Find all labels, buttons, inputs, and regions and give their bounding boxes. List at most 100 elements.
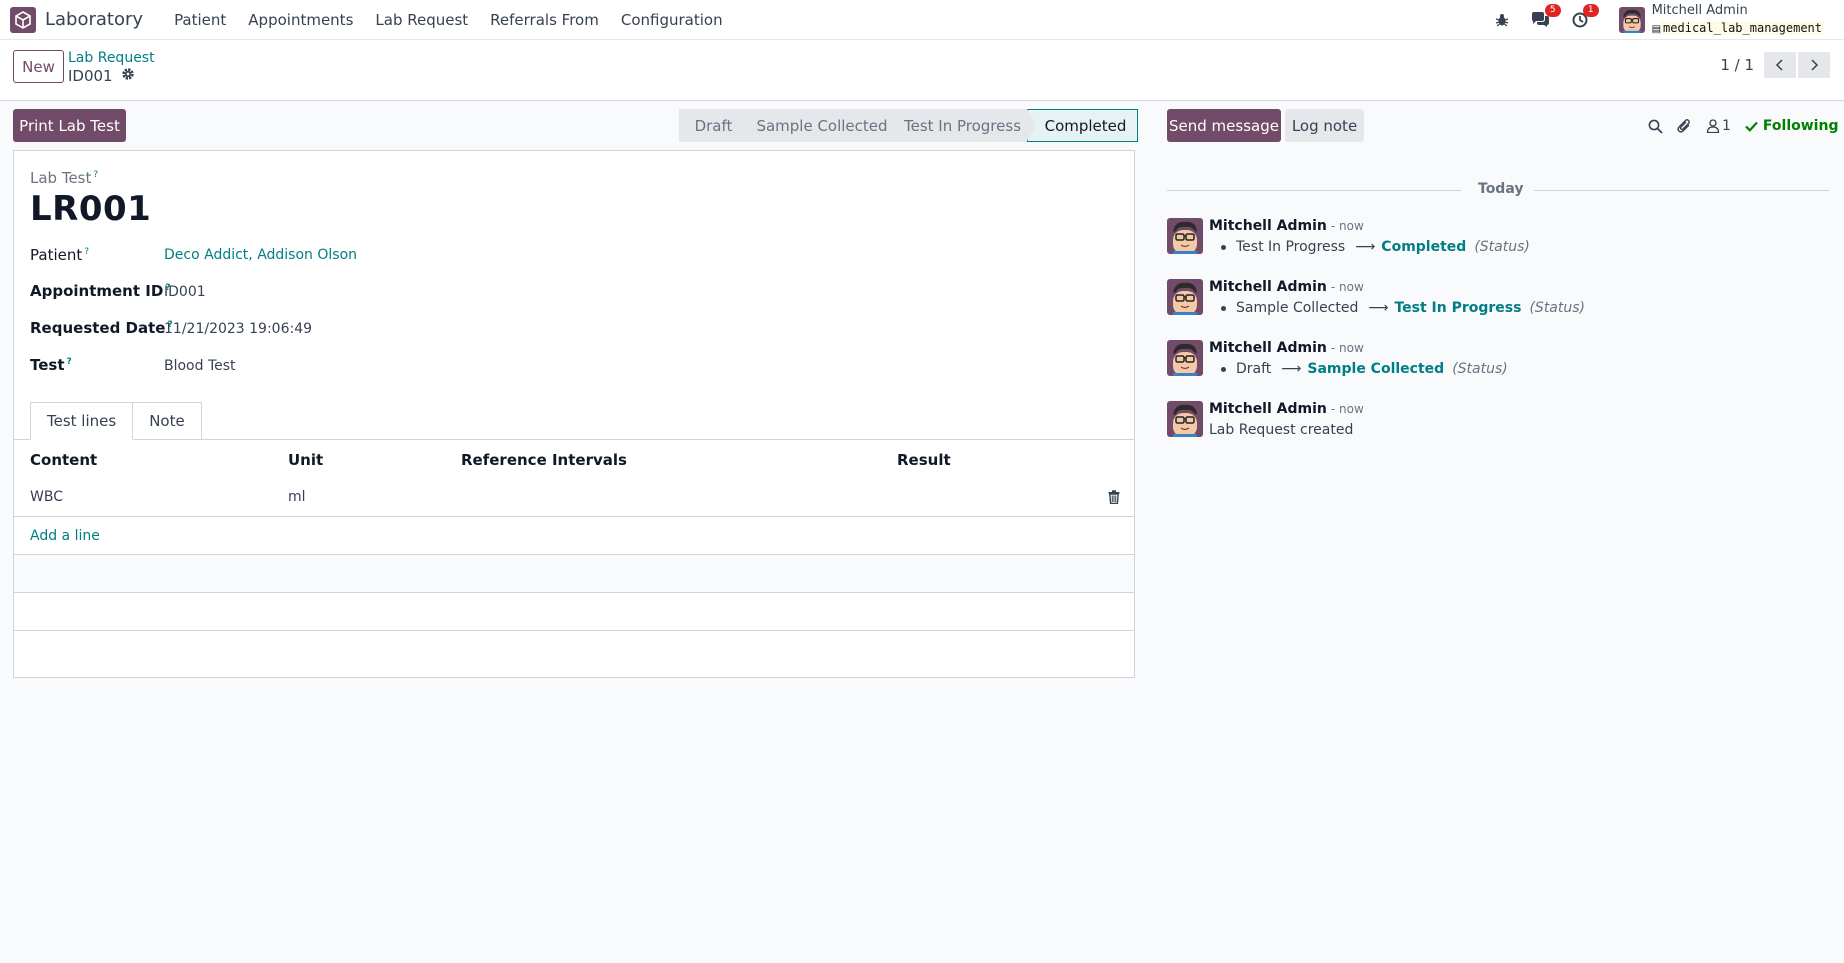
author-avatar[interactable] <box>1167 401 1203 437</box>
arrow-right-icon: ⟶ <box>1355 239 1376 255</box>
send-message-button[interactable]: Send message <box>1167 109 1281 142</box>
activities-badge: 1 <box>1582 4 1599 17</box>
record-title[interactable]: LR001 <box>30 189 151 229</box>
stage-separator <box>748 109 757 141</box>
chevron-left-icon <box>1775 59 1783 71</box>
column-header-unit[interactable]: Unit <box>288 451 323 469</box>
column-header-content[interactable]: Content <box>30 451 97 469</box>
help-tooltip-icon[interactable]: ? <box>84 247 89 257</box>
menu-appointments[interactable]: Appointments <box>248 11 353 29</box>
author-avatar[interactable] <box>1167 218 1203 254</box>
tracking-change: Test In Progress ⟶ Completed (Status) <box>1209 239 1530 255</box>
search-icon[interactable] <box>1648 119 1663 134</box>
tracking-change: Draft ⟶ Sample Collected (Status) <box>1209 361 1508 377</box>
message-author: Mitchell Admin - now <box>1209 340 1364 356</box>
arrow-right-icon: ⟶ <box>1368 300 1389 316</box>
tracked-field-name: (Status) <box>1529 300 1586 316</box>
user-avatar[interactable] <box>1619 7 1645 33</box>
message-body-text: Lab Request created <box>1209 422 1354 438</box>
debug-bug-icon[interactable] <box>1495 13 1509 27</box>
tab-test-lines[interactable]: Test lines <box>30 402 134 440</box>
stage-completed[interactable]: Completed <box>1027 109 1138 142</box>
chatter-message: Mitchell Admin - now Draft ⟶ Sample Colle… <box>1167 340 1829 380</box>
tab-divider <box>14 439 1134 440</box>
stage-sample-collected[interactable]: Sample Collected <box>748 109 899 142</box>
date-label: Today <box>1478 181 1524 197</box>
author-avatar[interactable] <box>1167 340 1203 376</box>
chatter-message: Mitchell Admin - now Test In Progress ⟶ C… <box>1167 218 1829 258</box>
user-icon <box>1706 119 1720 133</box>
activity-clock-icon[interactable]: 1 <box>1572 4 1599 28</box>
author-name[interactable]: Mitchell Admin <box>1209 401 1327 417</box>
requested-date-field[interactable]: 11/21/2023 19:06:49 <box>164 321 312 337</box>
user-menu[interactable]: Mitchell Admin ▤ medical_lab_management <box>1652 3 1824 38</box>
following-button[interactable]: Following <box>1745 118 1839 134</box>
tracked-field-name: (Status) <box>1452 361 1508 377</box>
author-avatar[interactable] <box>1167 279 1203 315</box>
apps-menu-icon[interactable] <box>10 6 36 33</box>
message-author: Mitchell Admin - now <box>1209 279 1364 295</box>
author-name[interactable]: Mitchell Admin <box>1209 340 1327 356</box>
notebook-tabs: Test lines Note <box>30 402 202 440</box>
test-field[interactable]: Blood Test <box>164 358 236 374</box>
record-name: ID001 <box>68 67 113 85</box>
database-indicator: ▤ medical_lab_management <box>1652 19 1824 38</box>
help-tooltip-icon[interactable]: ? <box>67 357 72 367</box>
stage-draft[interactable]: Draft <box>679 109 757 142</box>
pager-next-button[interactable] <box>1798 52 1830 78</box>
followers-button[interactable]: 1 <box>1706 118 1731 134</box>
column-header-result[interactable]: Result <box>897 451 951 469</box>
control-panel: New Lab Request ID001 1 / 1 <box>0 40 1844 101</box>
bullet-icon <box>1221 244 1226 250</box>
cell-content[interactable]: WBC <box>30 489 63 505</box>
log-note-button[interactable]: Log note <box>1285 109 1364 142</box>
top-navbar: Laboratory Patient Appointments Lab Requ… <box>0 0 1844 40</box>
author-name[interactable]: Mitchell Admin <box>1209 279 1327 295</box>
check-icon <box>1745 121 1758 132</box>
appointment-id-field[interactable]: ID001 <box>164 284 206 300</box>
app-name[interactable]: Laboratory <box>45 9 143 30</box>
print-lab-test-button[interactable]: Print Lab Test <box>13 109 126 142</box>
lab-test-label-text: Lab Test <box>30 169 92 187</box>
add-a-line-link[interactable]: Add a line <box>30 528 100 544</box>
test-label-text: Test <box>30 356 65 374</box>
patient-field[interactable]: Deco Addict, Addison Olson <box>164 247 357 263</box>
pager-previous-button[interactable] <box>1764 52 1796 78</box>
cell-unit[interactable]: ml <box>288 489 306 505</box>
menu-patient[interactable]: Patient <box>174 11 226 29</box>
help-tooltip-icon[interactable]: ? <box>93 170 98 180</box>
record-name-row: ID001 <box>68 67 135 85</box>
menu-configuration[interactable]: Configuration <box>621 11 723 29</box>
new-button[interactable]: New <box>13 50 64 83</box>
stage-test-in-progress-label: Test In Progress <box>903 116 1022 135</box>
message-time: - now <box>1330 280 1364 294</box>
message-text: Lab Request created <box>1209 422 1353 438</box>
tab-note[interactable]: Note <box>133 402 202 440</box>
messages-chat-icon[interactable]: 5 <box>1531 4 1561 28</box>
delete-row-trash-icon[interactable] <box>1108 490 1120 508</box>
status-bar: Draft Sample Collected Test In Progress … <box>679 109 1138 142</box>
bullet-icon <box>1221 305 1226 311</box>
menu-lab-request[interactable]: Lab Request <box>375 11 468 29</box>
column-header-reference-intervals[interactable]: Reference Intervals <box>461 451 627 469</box>
new-value: Completed <box>1381 239 1467 255</box>
attachment-paperclip-icon[interactable] <box>1677 118 1692 134</box>
empty-row <box>14 555 1134 593</box>
gear-icon[interactable] <box>121 67 135 85</box>
lab-test-label: Lab Test? <box>30 169 98 187</box>
author-name[interactable]: Mitchell Admin <box>1209 218 1327 234</box>
old-value: Test In Progress <box>1236 239 1346 255</box>
breadcrumb-lab-request[interactable]: Lab Request <box>68 50 155 66</box>
chatter-message: Mitchell Admin - now Sample Collected ⟶ T… <box>1167 279 1829 319</box>
message-time: - now <box>1330 341 1364 355</box>
stage-test-in-progress[interactable]: Test In Progress <box>890 109 1036 142</box>
requested-date-label-text: Requested Date <box>30 319 166 337</box>
appointment-id-label-text: Appointment ID <box>30 282 164 300</box>
message-time: - now <box>1330 402 1364 416</box>
stage-sample-collected-label: Sample Collected <box>756 116 888 135</box>
pager: 1 / 1 <box>1720 52 1830 78</box>
following-label: Following <box>1762 118 1839 134</box>
stage-separator <box>1027 109 1036 141</box>
pager-value[interactable]: 1 / 1 <box>1720 56 1754 74</box>
menu-referrals-from[interactable]: Referrals From <box>490 11 599 29</box>
